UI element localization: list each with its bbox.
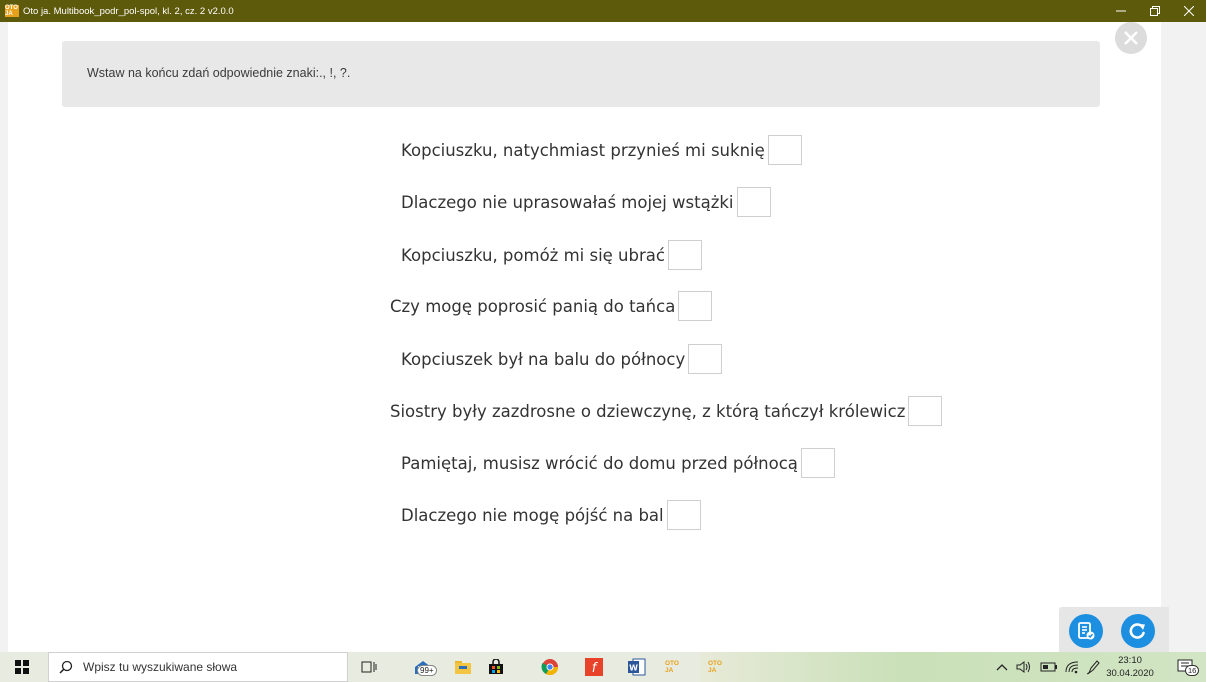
minimize-icon bbox=[1116, 10, 1126, 12]
answer-input[interactable] bbox=[908, 396, 943, 426]
battery-icon[interactable] bbox=[1040, 661, 1058, 673]
restore-button[interactable] bbox=[1138, 0, 1172, 22]
answer-input[interactable] bbox=[800, 448, 835, 478]
app-icon: OTO JA bbox=[5, 5, 19, 17]
word-button[interactable]: W bbox=[627, 657, 647, 677]
sentence-row: Czy mogę poprosić panią do tańca bbox=[390, 286, 713, 326]
answer-input[interactable] bbox=[666, 500, 701, 530]
search-icon bbox=[59, 660, 73, 674]
answer-input[interactable] bbox=[688, 344, 723, 374]
chevron-up-icon[interactable] bbox=[996, 662, 1008, 672]
sentence-row: Siostry były zazdrosne o dziewczynę, z k… bbox=[390, 391, 943, 431]
sentence-text: Dlaczego nie mogę pójść na bal bbox=[401, 505, 664, 525]
check-list-icon bbox=[1078, 622, 1095, 640]
clock-time: 23:10 bbox=[1118, 655, 1142, 666]
sentence-text: Dlaczego nie uprasowałaś mojej wstążki bbox=[401, 192, 734, 212]
sentence-text: Pamiętaj, musisz wrócić do domu przed pó… bbox=[401, 453, 798, 473]
flash-icon: f bbox=[585, 658, 603, 676]
sentence-text: Kopciuszku, pomóż mi się ubrać bbox=[401, 245, 665, 265]
taskbar: Wpisz tu wyszukiwane słowa 99+ f W OTO J… bbox=[0, 652, 1206, 682]
oto-ja-label: OTO JA bbox=[708, 660, 722, 674]
sentence-row: Pamiętaj, musisz wrócić do domu przed pó… bbox=[401, 443, 835, 483]
system-tray bbox=[996, 652, 1100, 682]
retry-button[interactable] bbox=[1121, 614, 1155, 648]
notification-badge: 16 bbox=[1185, 665, 1200, 676]
chrome-icon bbox=[541, 659, 559, 676]
taskbar-search[interactable]: Wpisz tu wyszukiwane słowa bbox=[48, 652, 348, 682]
close-icon bbox=[1184, 6, 1194, 16]
oto-ja-label: OTO JA bbox=[665, 660, 679, 674]
window-title: Oto ja. Multibook_podr_pol-spol, kl. 2, … bbox=[23, 5, 234, 17]
file-explorer-button[interactable] bbox=[453, 657, 473, 677]
close-exercise-button[interactable] bbox=[1115, 22, 1147, 54]
close-icon bbox=[1124, 31, 1138, 45]
sentence-text: Czy mogę poprosić panią do tańca bbox=[390, 296, 676, 316]
sentence-row: Kopciuszek był na balu do północy bbox=[401, 339, 723, 379]
close-window-button[interactable] bbox=[1172, 0, 1206, 22]
instruction-box: Wstaw na końcu zdań odpowiednie znaki:.,… bbox=[62, 41, 1100, 107]
instruction-text: Wstaw na końcu zdań odpowiednie znaki:.,… bbox=[87, 66, 351, 80]
search-placeholder: Wpisz tu wyszukiwane słowa bbox=[83, 660, 238, 674]
start-button[interactable] bbox=[0, 652, 44, 682]
pen-icon[interactable] bbox=[1086, 659, 1100, 675]
answer-input[interactable] bbox=[736, 187, 771, 217]
bottom-toolbar bbox=[1059, 607, 1169, 652]
check-button[interactable] bbox=[1069, 614, 1103, 648]
task-view-button[interactable] bbox=[359, 657, 379, 677]
minimize-button[interactable] bbox=[1104, 0, 1138, 22]
retry-arrow-icon bbox=[1129, 623, 1145, 639]
svg-text:W: W bbox=[629, 664, 638, 673]
mail-badge: 99+ bbox=[417, 665, 437, 676]
exercise-panel: Wstaw na końcu zdań odpowiednie znaki:.,… bbox=[8, 22, 1169, 652]
task-view-icon bbox=[361, 661, 377, 673]
sentence-row: Kopciuszku, natychmiast przynieś mi sukn… bbox=[401, 130, 802, 170]
chrome-button[interactable] bbox=[540, 657, 560, 677]
right-margin bbox=[1161, 22, 1206, 652]
app-icon-label: OTO JA bbox=[5, 5, 18, 17]
flash-app-button[interactable]: f bbox=[584, 657, 604, 677]
oto-ja-app-button-2[interactable]: OTO JA bbox=[708, 657, 732, 677]
clock-date: 30.04.2020 bbox=[1106, 668, 1154, 679]
windows-logo-icon bbox=[15, 660, 29, 674]
answer-input[interactable] bbox=[767, 135, 802, 165]
mail-app-button[interactable]: 99+ bbox=[406, 657, 440, 677]
word-icon: W bbox=[628, 658, 646, 676]
answer-input[interactable] bbox=[678, 291, 713, 321]
restore-icon bbox=[1150, 6, 1160, 16]
left-margin bbox=[0, 22, 8, 652]
volume-icon[interactable] bbox=[1016, 660, 1034, 674]
answer-input[interactable] bbox=[667, 240, 702, 270]
wifi-icon[interactable] bbox=[1064, 660, 1080, 674]
clock[interactable]: 23:10 30.04.2020 bbox=[1106, 654, 1154, 680]
sentence-row: Dlaczego nie mogę pójść na bal bbox=[401, 495, 701, 535]
oto-ja-app-button[interactable]: OTO JA bbox=[665, 657, 689, 677]
sentence-row: Kopciuszku, pomóż mi się ubrać bbox=[401, 235, 702, 275]
sentence-text: Kopciuszku, natychmiast przynieś mi sukn… bbox=[401, 140, 765, 160]
window-controls bbox=[1104, 0, 1206, 22]
folder-icon bbox=[455, 661, 471, 674]
store-bag-icon bbox=[489, 659, 503, 674]
title-bar: OTO JA Oto ja. Multibook_podr_pol-spol, … bbox=[0, 0, 1206, 22]
store-button[interactable] bbox=[486, 657, 506, 677]
action-center-button[interactable]: 16 bbox=[1176, 657, 1200, 677]
sentence-row: Dlaczego nie uprasowałaś mojej wstążki bbox=[401, 182, 771, 222]
sentence-text: Kopciuszek był na balu do północy bbox=[401, 349, 686, 369]
sentence-text: Siostry były zazdrosne o dziewczynę, z k… bbox=[390, 401, 906, 421]
